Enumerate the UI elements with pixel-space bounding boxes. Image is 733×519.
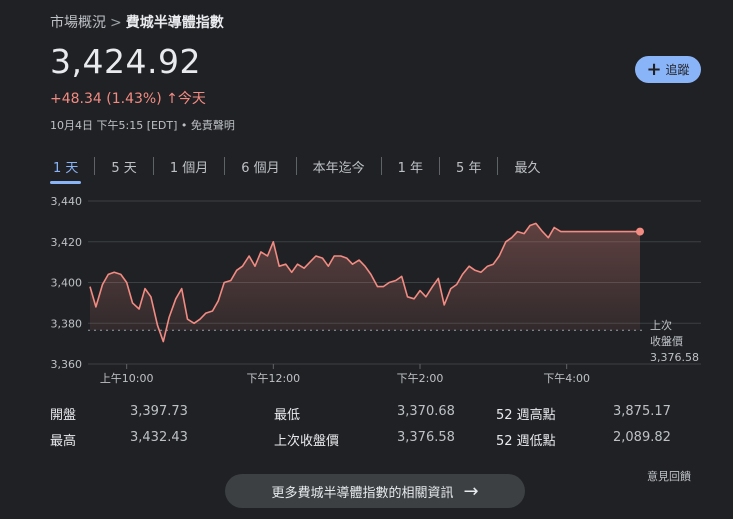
x-tick-label: 下午4:00 (543, 372, 590, 385)
stats-table: 開盤 3,397.73 最低 3,370.68 52 週高點 3,875.17 最高 3,43… (50, 404, 700, 456)
stat-value: 2,089.82 (613, 430, 671, 445)
y-tick-label: 3,420 (51, 236, 83, 249)
arrow-right-icon: → (463, 480, 479, 502)
x-tick-label: 上午10:00 (100, 372, 154, 385)
stat-label: 最低 (274, 408, 301, 423)
stat-label: 52 週低點 (496, 434, 556, 449)
x-tick-label: 下午2:00 (397, 372, 444, 385)
last-price-point (636, 227, 644, 236)
y-tick-label: 3,380 (51, 317, 83, 330)
feedback-link[interactable]: 意見回饋 (647, 468, 691, 484)
stat-value: 3,875.17 (613, 404, 671, 419)
stat-value: 3,376.58 (397, 430, 455, 445)
x-tick-label: 下午12:00 (246, 372, 300, 385)
stat-label: 開盤 (50, 408, 77, 423)
previous-close-text: 上次 (650, 318, 672, 332)
previous-close-label: 上次收盤價 3,376.58 (650, 318, 699, 364)
stats-row: 最高 3,432.43 上次收盤價 3,376.58 52 週低點 2,089.82 (50, 430, 700, 456)
more-info-button[interactable]: 更多費城半導體指數的相關資訊 → (225, 474, 525, 508)
stat-label: 52 週高點 (496, 408, 556, 423)
previous-close-text: 收盤價 (650, 334, 683, 348)
previous-close-text: 3,376.58 (650, 351, 699, 364)
x-axis-labels: 上午10:00 下午12:00 下午2:00 下午4:00 (100, 372, 590, 385)
stat-value: 3,397.73 (130, 404, 188, 419)
more-info-label: 更多費城半導體指數的相關資訊 (271, 485, 454, 501)
y-tick-label: 3,440 (51, 195, 83, 208)
y-axis-labels: 3,440 3,420 3,400 3,380 3,360 (51, 195, 83, 371)
stat-value: 3,432.43 (130, 430, 188, 445)
y-tick-label: 3,400 (51, 277, 83, 290)
stat-label: 上次收盤價 (274, 434, 340, 449)
y-tick-label: 3,360 (51, 358, 83, 371)
stat-value: 3,370.68 (397, 404, 455, 419)
stats-row: 開盤 3,397.73 最低 3,370.68 52 週高點 3,875.17 (50, 404, 700, 430)
price-chart[interactable]: 3,440 3,420 3,400 3,380 3,360 上午10:00 下午12:00… (0, 0, 733, 400)
stat-label: 最高 (50, 434, 77, 449)
